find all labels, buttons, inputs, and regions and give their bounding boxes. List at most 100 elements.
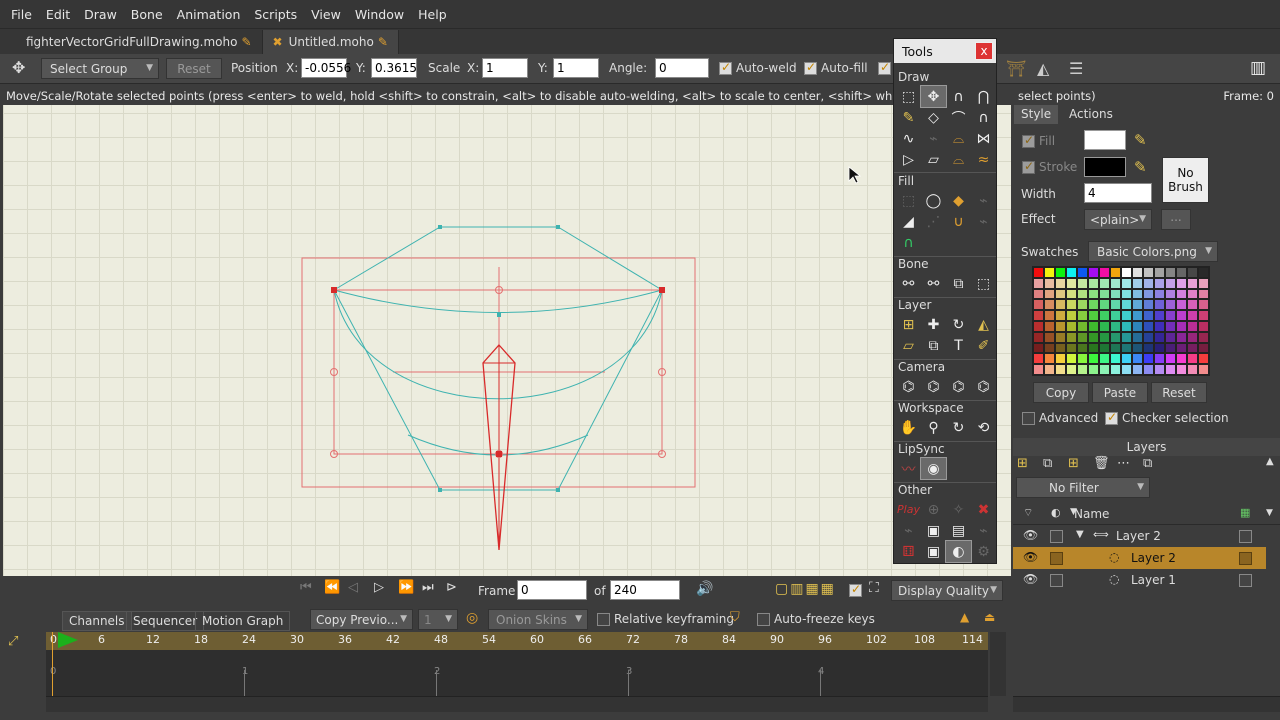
noise-icon[interactable]: ≈ [971, 149, 996, 170]
options-icon[interactable]: ▼ [1266, 508, 1273, 518]
width-field[interactable]: 4 [1084, 183, 1152, 203]
curvature-icon[interactable]: ⋂ [971, 86, 996, 107]
palette-color[interactable] [1198, 277, 1209, 289]
palette-color[interactable] [1066, 331, 1077, 343]
rewind-icon[interactable]: ⏮ [300, 580, 312, 595]
switch-layer-icon[interactable]: ⧉ [921, 335, 946, 356]
palette-color[interactable] [1088, 267, 1099, 278]
palette-color[interactable] [1099, 277, 1110, 289]
palette-color[interactable] [1066, 364, 1077, 375]
ruler-icon[interactable]: ⏏ [984, 610, 995, 624]
stroke-exposure-icon[interactable]: ∪ [946, 211, 971, 232]
palette-color[interactable] [1132, 364, 1143, 375]
tab-style[interactable]: Style [1014, 105, 1059, 124]
position-y-field[interactable]: 0.3615 [371, 58, 417, 78]
timeline-track[interactable]: 0 1 2 3 4 [46, 650, 988, 696]
palette-color[interactable] [1044, 353, 1055, 365]
palette-color[interactable] [1099, 267, 1110, 278]
frame-ruler[interactable]: 0 6 12 18 24 30 36 42 48 54 60 66 72 78 84 90 96 102 108 11… [46, 632, 988, 650]
swatches-dropdown[interactable]: Basic Colors.png [1088, 241, 1218, 262]
stack-icon[interactable]: ☰ [1069, 59, 1083, 78]
advanced-checkbox[interactable] [1022, 412, 1035, 425]
menu-bone[interactable]: Bone [124, 7, 170, 22]
palette-color[interactable] [1077, 321, 1088, 332]
name-column-header[interactable]: Name [1074, 507, 1109, 521]
palette-color[interactable] [1110, 364, 1121, 375]
palette-color[interactable] [1110, 321, 1121, 332]
menu-view[interactable]: View [304, 7, 348, 22]
select-points-icon[interactable]: ⬚ [896, 86, 921, 107]
palette-color[interactable] [1088, 321, 1099, 332]
palette-color[interactable] [1066, 342, 1077, 354]
palette-color[interactable] [1187, 267, 1198, 278]
fill-color-swatch[interactable] [1084, 130, 1126, 150]
palette-color[interactable] [1132, 267, 1143, 278]
auto-fill-checkbox[interactable] [804, 60, 817, 75]
step-dropdown[interactable]: 1 [418, 609, 458, 630]
zoom-icon[interactable]: ⚲ [921, 417, 946, 438]
palette-color[interactable] [1055, 321, 1066, 332]
palette-color[interactable] [1176, 277, 1187, 289]
layer-color-box[interactable] [1239, 530, 1252, 543]
position-x-field[interactable]: -0.0556 [301, 58, 351, 78]
image-icon[interactable]: ▣ [921, 520, 946, 541]
angle-field[interactable]: 0 [655, 58, 709, 78]
palette-color[interactable] [1143, 288, 1154, 300]
scale-x-field[interactable]: 1 [482, 58, 528, 78]
more-icon[interactable]: ⋯ [1117, 456, 1130, 471]
palette-color[interactable] [1066, 310, 1077, 321]
menu-help[interactable]: Help [411, 7, 454, 22]
palette-color[interactable] [1110, 299, 1121, 311]
scatter-icon[interactable]: ⌓ [946, 128, 971, 149]
eyedropper-icon[interactable]: ✐ [971, 335, 996, 356]
palette-color[interactable] [1132, 288, 1143, 300]
rotate-layer-icon[interactable]: ↻ [946, 314, 971, 335]
prev-key-icon[interactable]: ⏪ [324, 580, 340, 595]
menu-scripts[interactable]: Scripts [247, 7, 304, 22]
copy-previous-dropdown[interactable]: Copy Previo... [310, 609, 413, 630]
palette-color[interactable] [1066, 321, 1077, 332]
shear-layer-icon[interactable]: ▱ [896, 335, 921, 356]
close-icon[interactable]: x [975, 42, 993, 60]
palette-color[interactable] [1055, 364, 1066, 375]
palette-color[interactable] [1165, 353, 1176, 365]
effect-more-button[interactable]: ... [1161, 209, 1191, 230]
palette-color[interactable] [1088, 342, 1099, 354]
display-quality-dropdown[interactable]: Display Quality [891, 580, 1003, 601]
tab-actions[interactable]: Actions [1062, 105, 1120, 124]
palette-color[interactable] [1176, 353, 1187, 365]
palette-color[interactable] [1198, 310, 1209, 321]
palette-color[interactable] [1165, 364, 1176, 375]
palette-color[interactable] [1099, 331, 1110, 343]
palette-color[interactable] [1044, 331, 1055, 343]
palette-color[interactable] [1187, 353, 1198, 365]
step-forward-icon[interactable]: ⏩ [398, 580, 414, 595]
translate-layer-icon[interactable]: ✚ [921, 314, 946, 335]
palette-color[interactable] [1055, 267, 1066, 278]
palette-color[interactable] [1132, 277, 1143, 289]
set-origin-icon[interactable]: ⊞ [896, 314, 921, 335]
layer-lock-checkbox[interactable] [1050, 530, 1063, 543]
transform-points-icon[interactable]: ✥ [920, 85, 947, 108]
palette-color[interactable] [1044, 364, 1055, 375]
palette-color[interactable] [1176, 267, 1187, 278]
scale-layer-icon[interactable]: ◭ [971, 314, 996, 335]
doc-tab-untitled[interactable]: ✖ Untitled.moho ✎ [262, 30, 399, 54]
palette-color[interactable] [1077, 299, 1088, 311]
align-icon[interactable]: ⛩ [1006, 59, 1026, 78]
palette-color[interactable] [1121, 331, 1132, 343]
palette-color[interactable] [1154, 299, 1165, 311]
palette-color[interactable] [1165, 310, 1176, 321]
settings-icon[interactable]: ⚙ [971, 541, 996, 562]
playhead-marker[interactable] [58, 632, 78, 648]
group-layer-icon[interactable]: ⊞ [1068, 456, 1079, 471]
camera-track-icon[interactable]: ⌬ [896, 376, 921, 397]
play-script-icon[interactable]: Play [896, 499, 921, 520]
fill-checkbox[interactable] [1022, 133, 1035, 148]
color-points-icon[interactable]: ∩ [896, 232, 921, 253]
palette-color[interactable] [1143, 321, 1154, 332]
menu-edit[interactable]: Edit [39, 7, 77, 22]
palette-color[interactable] [1143, 267, 1154, 278]
palette-color[interactable] [1143, 299, 1154, 311]
perspective-icon[interactable]: ⋈ [971, 128, 996, 149]
